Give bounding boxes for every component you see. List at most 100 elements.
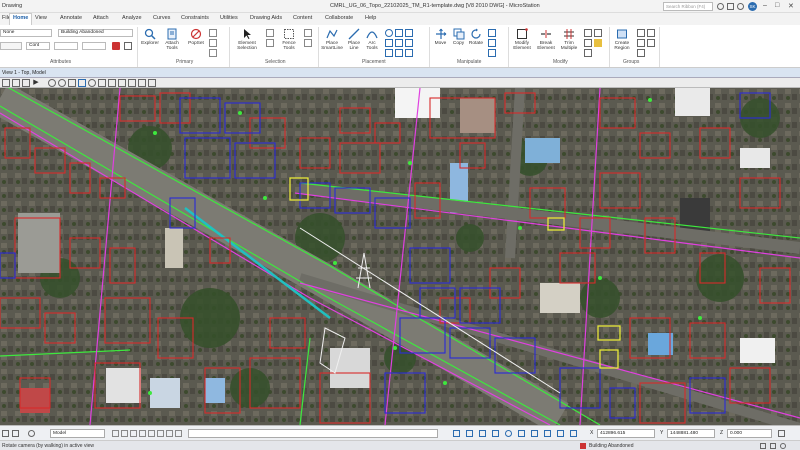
pan-view-icon[interactable]	[98, 79, 106, 87]
window-area-icon[interactable]	[68, 79, 76, 87]
unlock-icon[interactable]	[647, 39, 655, 47]
delete-vertex-icon[interactable]	[594, 39, 602, 47]
block-icon[interactable]	[395, 29, 403, 37]
fillet-icon[interactable]	[584, 29, 592, 37]
camera-icon[interactable]	[148, 79, 156, 87]
center-snap-icon[interactable]	[505, 430, 512, 437]
midpoint-snap-icon[interactable]	[492, 430, 499, 437]
origin-snap-icon[interactable]	[557, 430, 564, 437]
isolate-icon[interactable]	[304, 39, 312, 47]
key-in-field[interactable]	[188, 429, 438, 438]
attach-tools-button[interactable]: Attach Tools	[162, 28, 182, 51]
tab-constraints[interactable]: Constraints	[181, 15, 209, 21]
view-options-icon[interactable]	[22, 79, 30, 87]
select-all-icon[interactable]	[266, 29, 274, 37]
dimension-icon[interactable]	[405, 49, 413, 57]
settings-icon[interactable]	[737, 3, 744, 10]
tangent-snap-icon[interactable]	[531, 430, 538, 437]
array-icon[interactable]	[488, 49, 496, 57]
z-coordinate[interactable]: 0.000	[727, 429, 772, 438]
curve-icon[interactable]	[395, 49, 403, 57]
keypoint-snap-icon[interactable]	[479, 430, 486, 437]
nearest-snap-icon[interactable]	[544, 430, 551, 437]
view-6-icon[interactable]	[157, 430, 164, 437]
select-by-attributes-icon[interactable]	[266, 39, 274, 47]
references-icon[interactable]	[209, 49, 217, 57]
tab-collaborate[interactable]: Collaborate	[325, 15, 353, 21]
x-coordinate[interactable]: 412896.615	[597, 429, 655, 438]
linestyle-combo[interactable]: Cont	[26, 42, 50, 50]
priority-combo[interactable]	[82, 42, 106, 50]
tab-curves[interactable]: Curves	[153, 15, 170, 21]
level-manager-icon[interactable]	[209, 29, 217, 37]
tab-analyze[interactable]: Analyze	[122, 15, 142, 21]
trim-multiple-button[interactable]: Trim Multiple	[558, 28, 580, 51]
accudraw-settings-icon[interactable]	[778, 430, 785, 437]
group-selection-icon[interactable]	[304, 29, 312, 37]
perpendicular-snap-icon[interactable]	[570, 430, 577, 437]
intersection-snap-icon[interactable]	[518, 430, 525, 437]
snap-icon[interactable]	[466, 430, 473, 437]
accudraw-status-icon[interactable]	[780, 443, 786, 449]
group-icon[interactable]	[637, 29, 645, 37]
view-icon[interactable]	[12, 430, 19, 437]
modify-element-button[interactable]: Modify Element	[510, 28, 534, 51]
view-7-icon[interactable]	[166, 430, 173, 437]
circle-icon[interactable]	[385, 29, 393, 37]
tab-content[interactable]: Content	[293, 15, 312, 21]
walk-icon[interactable]	[138, 79, 146, 87]
popset-button[interactable]: PopSet	[186, 28, 206, 46]
view-3-icon[interactable]	[130, 430, 137, 437]
cell-icon[interactable]	[395, 39, 403, 47]
clip-volume-icon[interactable]	[128, 79, 136, 87]
fit-view-icon[interactable]	[78, 79, 86, 87]
accudraw-icon[interactable]	[453, 430, 460, 437]
y-coordinate[interactable]: 1448881.480	[667, 429, 715, 438]
view-8-icon[interactable]	[175, 430, 182, 437]
models-icon[interactable]	[209, 39, 217, 47]
element-selection-button[interactable]: Element Selection	[233, 28, 261, 51]
ribbon-search-input[interactable]: Search Ribbon (F4)	[663, 2, 713, 11]
view-5-icon[interactable]	[148, 430, 155, 437]
lock-icon[interactable]	[637, 39, 645, 47]
place-line-button[interactable]: Place Line	[345, 28, 363, 51]
tab-utilities[interactable]: Utilities	[220, 15, 238, 21]
model-select[interactable]: Model	[50, 429, 105, 438]
chamfer-icon[interactable]	[594, 29, 602, 37]
active-level-label[interactable]: Building Abandoned	[589, 443, 634, 449]
ungroup-icon[interactable]	[647, 29, 655, 37]
rotate-button[interactable]: Rotate	[467, 28, 485, 46]
view-2-icon[interactable]	[121, 430, 128, 437]
multiline-icon[interactable]	[385, 49, 393, 57]
mirror-icon[interactable]	[488, 39, 496, 47]
extend-icon[interactable]	[584, 39, 592, 47]
view-attributes-icon[interactable]	[2, 79, 10, 87]
break-element-button[interactable]: Break Element	[535, 28, 557, 51]
tab-help[interactable]: Help	[365, 15, 376, 21]
settings-icon[interactable]	[2, 430, 9, 437]
element-template-icon[interactable]	[112, 42, 120, 50]
explorer-button[interactable]: Explorer	[140, 28, 160, 46]
aerial-map[interactable]	[0, 88, 800, 425]
model-view-canvas[interactable]	[0, 88, 800, 425]
view-previous-icon[interactable]	[108, 79, 116, 87]
color-combo[interactable]: None	[0, 29, 52, 37]
display-style-icon[interactable]	[12, 79, 20, 87]
rotate-view-icon[interactable]	[88, 79, 96, 87]
minimize-icon[interactable]: –	[763, 2, 767, 9]
place-smartline-button[interactable]: Place SmartLine	[320, 28, 344, 51]
weight-combo[interactable]	[0, 42, 22, 50]
lock-toggle-icon[interactable]	[28, 430, 35, 437]
arc-tools-button[interactable]: Arc Tools	[363, 28, 381, 51]
zoom-in-icon[interactable]	[48, 79, 56, 87]
avatar[interactable]: SK	[748, 2, 757, 11]
tab-home[interactable]: Home	[9, 13, 33, 25]
copy-button[interactable]: Copy	[450, 28, 467, 46]
move-button[interactable]: Move	[432, 28, 449, 46]
text-icon[interactable]	[385, 39, 393, 47]
save-status-icon[interactable]	[770, 443, 776, 449]
notifications-icon[interactable]	[727, 3, 734, 10]
create-region-button[interactable]: Create Region	[611, 28, 633, 51]
zoom-out-icon[interactable]	[58, 79, 66, 87]
view-1-icon[interactable]	[112, 430, 119, 437]
